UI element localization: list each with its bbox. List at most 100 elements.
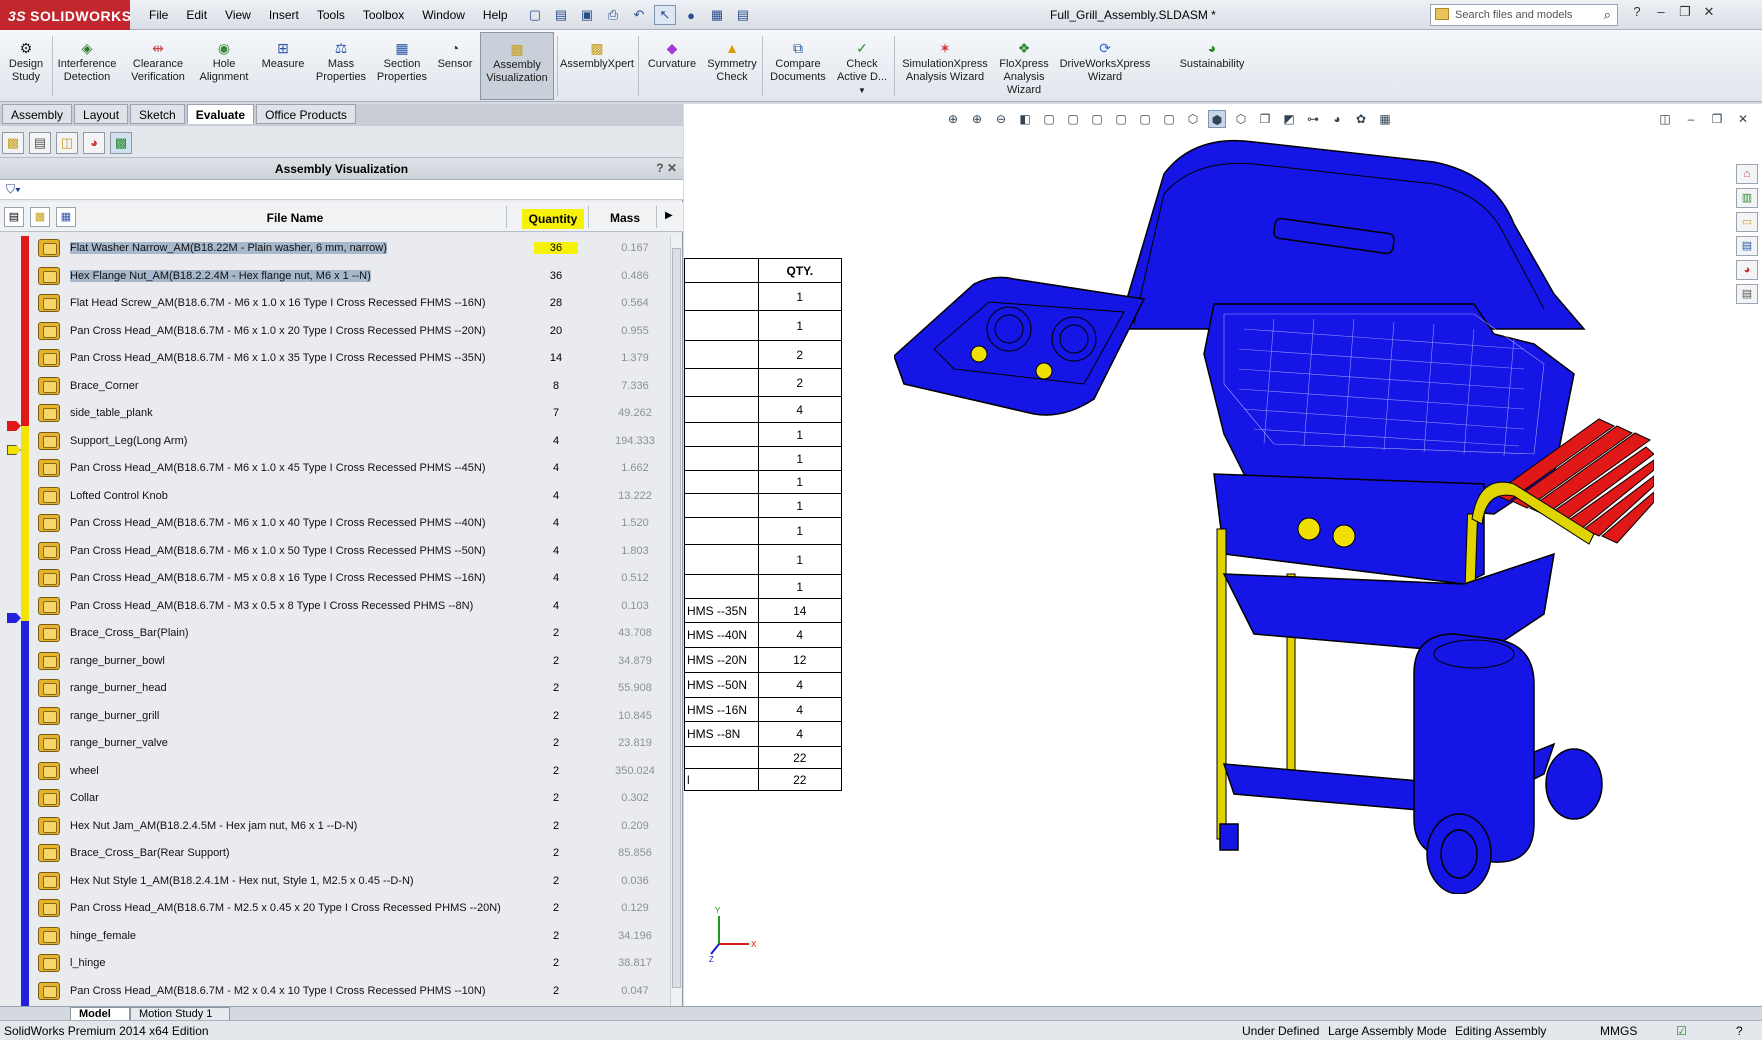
viewport-minimize-icon[interactable]: – (1682, 110, 1700, 128)
options-icon[interactable]: ▤ (732, 5, 754, 25)
component-row[interactable]: hinge_female 2 34.196 (34, 924, 670, 951)
menu-window[interactable]: Window (413, 0, 474, 30)
component-row[interactable]: Hex Nut Jam_AM(B18.2.4.5M - Hex jam nut,… (34, 814, 670, 841)
floxpress-button[interactable]: ❖ FloXpress Analysis Wizard (994, 32, 1054, 100)
menu-file[interactable]: File (140, 0, 177, 30)
control-panel[interactable] (1213, 473, 1485, 585)
hole-alignment-button[interactable]: ◉ Hole Alignment (196, 32, 252, 100)
front-view-icon[interactable]: ▢ (1040, 110, 1058, 128)
appearances-icon[interactable]: ◕ (1736, 260, 1758, 280)
search-input[interactable]: Search files and models ⌕ (1430, 4, 1618, 26)
component-row[interactable]: Pan Cross Head_AM(B18.6.7M - M6 x 1.0 x … (34, 539, 670, 566)
right-view-icon[interactable]: ▢ (1112, 110, 1130, 128)
section-properties-button[interactable]: ▦ Section Properties (374, 32, 430, 100)
column-scroll-right-icon[interactable]: ▶ (665, 210, 673, 221)
tab-motion-study[interactable]: Motion Study 1 (130, 1007, 230, 1021)
left-view-icon[interactable]: ▢ (1088, 110, 1106, 128)
filter-icon[interactable]: ⛉▾ (6, 182, 21, 197)
side-burner-table[interactable] (894, 276, 1146, 416)
assemblyxpert-button[interactable]: ▩ AssemblyXpert (560, 32, 634, 100)
zoom-to-fit-icon[interactable]: ⊕ (944, 110, 962, 128)
viewport-close-icon[interactable]: ✕ (1734, 110, 1752, 128)
sustainability-button[interactable]: ◕ Sustainability (1164, 32, 1260, 100)
menu-insert[interactable]: Insert (260, 0, 308, 30)
solidworks-logo[interactable]: 3S SOLIDWORKS (0, 0, 131, 30)
dimetric-view-icon[interactable]: ⬡ (1232, 110, 1250, 128)
component-row[interactable]: Flat Washer Narrow_AM(B18.22M - Plain wa… (34, 236, 670, 263)
view-orientation-icon[interactable]: ❐ (1256, 110, 1274, 128)
column-quantity[interactable]: Quantity (522, 209, 584, 229)
tab-sketch[interactable]: Sketch (130, 104, 185, 124)
graphics-area[interactable]: ⊕ ⊕ ⊖ ◧ ▢ ▢ ▢ ▢ ▢ ▢ ⬡ ⬢ ⬡ ❐ ◩ ⊶ ◕ ✿ ▦ ◫ … (684, 104, 1762, 1006)
hide-show-items-icon[interactable]: ⊶ (1304, 110, 1322, 128)
help-icon[interactable]: ? (1736, 1024, 1743, 1038)
compare-documents-button[interactable]: ⧉ Compare Documents (766, 32, 830, 100)
component-row[interactable]: Pan Cross Head_AM(B18.6.7M - M6 x 1.0 x … (34, 319, 670, 346)
list-view-icon[interactable]: ▤ (4, 207, 24, 227)
open-folder-icon[interactable]: ▤ (550, 5, 572, 25)
component-row[interactable]: Flat Head Screw_AM(B18.6.7M - M6 x 1.0 x… (34, 291, 670, 318)
component-row[interactable]: Brace_Cross_Bar(Plain) 2 43.708 (34, 621, 670, 648)
interference-detection-button[interactable]: ◈ Interference Detection (56, 32, 118, 100)
check-active-document-button[interactable]: ✓ Check Active D... ▼ (834, 32, 890, 100)
component-row[interactable]: range_burner_bowl 2 34.879 (34, 649, 670, 676)
clearance-verification-button[interactable]: ⇹ Clearance Verification (124, 32, 192, 100)
new-document-icon[interactable]: ▢ (524, 5, 546, 25)
blue-slider-marker[interactable] (7, 613, 21, 623)
assembly-visualization-tab-icon[interactable]: ▩ (110, 132, 132, 154)
assembly-visualization-button[interactable]: ▩ Assembly Visualization (480, 32, 554, 100)
symmetry-check-button[interactable]: ▲ Symmetry Check (704, 32, 760, 100)
component-row[interactable]: Collar 2 0.302 (34, 786, 670, 813)
viewport-restore-icon[interactable]: ❐ (1708, 110, 1726, 128)
red-slider-marker[interactable] (7, 421, 21, 431)
zoom-to-area-icon[interactable]: ⊕ (968, 110, 986, 128)
top-view-icon[interactable]: ▢ (1136, 110, 1154, 128)
close-icon[interactable]: ✕ (1700, 4, 1718, 24)
component-row[interactable]: Brace_Corner 8 7.336 (34, 374, 670, 401)
feature-tree-icon[interactable]: ▩ (2, 132, 24, 154)
bottom-view-icon[interactable]: ▢ (1160, 110, 1178, 128)
back-view-icon[interactable]: ▢ (1064, 110, 1082, 128)
simulationxpress-button[interactable]: ✶ SimulationXpress Analysis Wizard (898, 32, 992, 100)
minimize-icon[interactable]: – (1652, 4, 1670, 24)
display-manager-icon[interactable]: ◕ (83, 132, 105, 154)
component-row[interactable]: Pan Cross Head_AM(B18.6.7M - M6 x 1.0 x … (34, 511, 670, 538)
previous-view-icon[interactable]: ⊖ (992, 110, 1010, 128)
column-file-name[interactable]: File Name (150, 211, 440, 225)
component-row[interactable]: Pan Cross Head_AM(B18.6.7M - M2 x 0.4 x … (34, 979, 670, 1006)
driveworksxpress-button[interactable]: ⟳ DriveWorksXpress Wizard (1056, 32, 1154, 100)
scrollbar-thumb[interactable] (672, 248, 681, 988)
tab-layout[interactable]: Layout (74, 104, 129, 124)
dropdown-arrow-icon[interactable]: ▼ (834, 84, 890, 97)
component-row[interactable]: l_hinge 2 38.817 (34, 951, 670, 978)
grill-assembly-model[interactable] (894, 134, 1654, 894)
save-icon[interactable]: ▣ (576, 5, 598, 25)
tab-model[interactable]: Model (70, 1007, 130, 1021)
rebuild-icon[interactable]: ● (680, 5, 702, 25)
configuration-manager-icon[interactable]: ◫ (56, 132, 78, 154)
curvature-button[interactable]: ◆ Curvature (642, 32, 702, 100)
component-row[interactable]: range_burner_valve 2 23.819 (34, 731, 670, 758)
menu-tools[interactable]: Tools (308, 0, 354, 30)
menu-help[interactable]: Help (474, 0, 517, 30)
vertical-scrollbar[interactable] (670, 236, 682, 1006)
grill-lid[interactable] (1123, 139, 1586, 330)
column-mass[interactable]: Mass (600, 211, 650, 225)
split-view-icon[interactable]: ◫ (1656, 110, 1674, 128)
view-palette-icon[interactable]: ▤ (1736, 236, 1758, 256)
component-row[interactable]: Pan Cross Head_AM(B18.6.7M - M6 x 1.0 x … (34, 346, 670, 373)
component-row[interactable]: Brace_Cross_Bar(Rear Support) 2 85.856 (34, 841, 670, 868)
custom-properties-icon[interactable]: ▤ (1736, 284, 1758, 304)
tab-office-products[interactable]: Office Products (256, 104, 356, 124)
print-icon[interactable]: ⎙ (602, 5, 624, 25)
component-row[interactable]: Hex Flange Nut_AM(B18.2.2.4M - Hex flang… (34, 264, 670, 291)
file-explorer-icon[interactable]: ▭ (1736, 212, 1758, 232)
design-library-icon[interactable]: ▥ (1736, 188, 1758, 208)
trimetric-view-icon[interactable]: ⬢ (1208, 110, 1226, 128)
component-row[interactable]: range_burner_grill 2 10.845 (34, 704, 670, 731)
filter-row[interactable]: ⛉▾ (0, 180, 683, 200)
design-study-button[interactable]: ⚙ Design Study (4, 32, 48, 100)
component-row[interactable]: Pan Cross Head_AM(B18.6.7M - M3 x 0.5 x … (34, 594, 670, 621)
select-pointer-icon[interactable]: ↖ (654, 5, 676, 25)
sensor-button[interactable]: ◔ Sensor (434, 32, 476, 100)
